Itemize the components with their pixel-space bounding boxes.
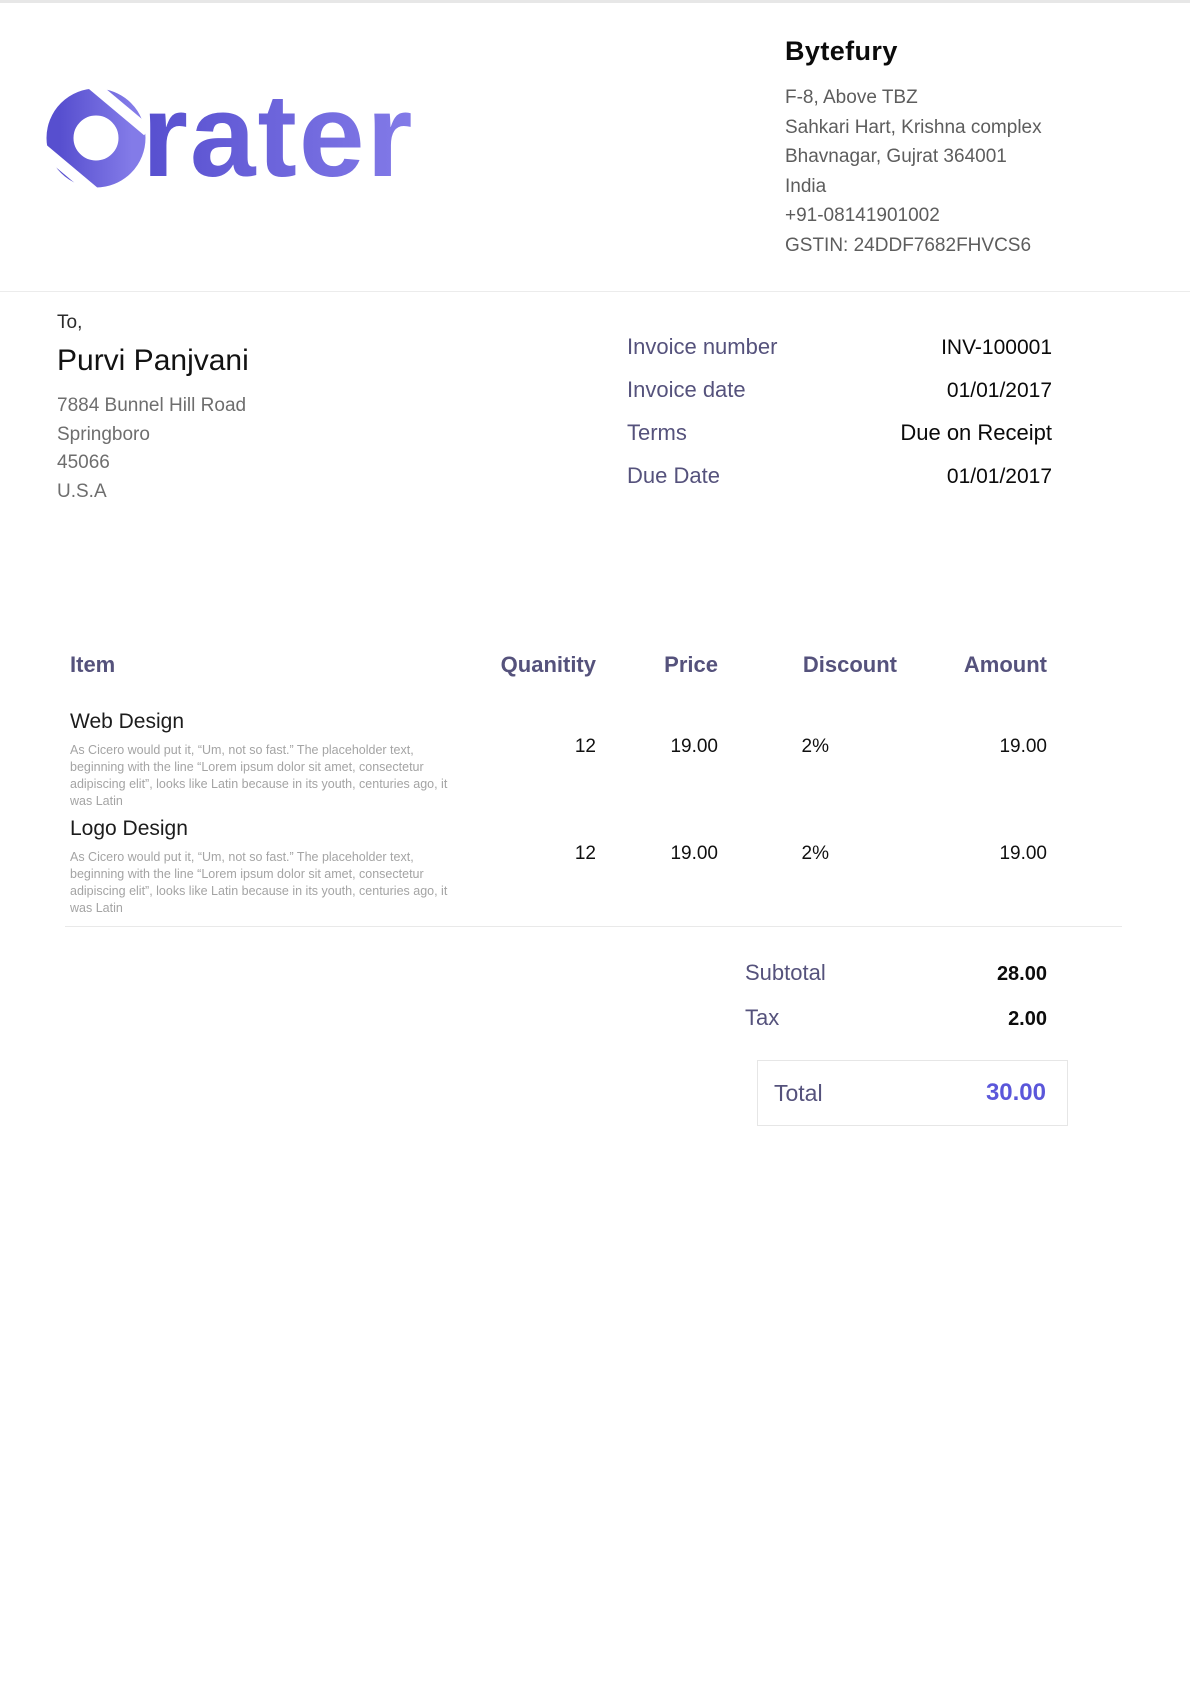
customer-address-line: Springboro xyxy=(57,421,477,450)
invoice-date-row: Invoice date 01/01/2017 xyxy=(627,377,1052,403)
item-price: 19.00 xyxy=(596,817,718,865)
item-amount: 19.00 xyxy=(897,710,1047,758)
item-quantity: 12 xyxy=(470,817,596,865)
due-date-row: Due Date 01/01/2017 xyxy=(627,463,1052,489)
item-price: 19.00 xyxy=(596,710,718,758)
company-phone: +91-08141901002 xyxy=(785,201,1105,231)
item-cell: Logo Design As Cicero would put it, “Um,… xyxy=(70,817,470,917)
tax-row: Tax 2.00 xyxy=(745,1005,1047,1031)
table-row: Logo Design As Cicero would put it, “Um,… xyxy=(70,817,1047,917)
table-row: Web Design As Cicero would put it, “Um, … xyxy=(70,710,1047,810)
company-address-line: Sahkari Hart, Krishna complex xyxy=(785,113,1105,143)
customer-address-line: 45066 xyxy=(57,449,477,478)
company-address-line: India xyxy=(785,172,1105,202)
subtotal-label: Subtotal xyxy=(745,960,826,986)
company-block: Bytefury F-8, Above TBZ Sahkari Hart, Kr… xyxy=(785,36,1105,260)
tax-label: Tax xyxy=(745,1005,779,1031)
invoice-page: rater Bytefury F-8, Above TBZ Sahkari Ha… xyxy=(0,0,1190,1684)
header-price: Price xyxy=(596,652,718,678)
item-description: As Cicero would put it, “Um, not so fast… xyxy=(70,849,470,917)
customer-address-line: U.S.A xyxy=(57,478,477,507)
terms-label: Terms xyxy=(627,420,687,446)
total-box: Total 30.00 xyxy=(757,1060,1068,1126)
subtotal-value: 28.00 xyxy=(997,963,1047,986)
customer-address-line: 7884 Bunnel Hill Road xyxy=(57,392,477,421)
invoice-number-label: Invoice number xyxy=(627,334,777,360)
item-name: Logo Design xyxy=(70,817,470,841)
customer-name: Purvi Panjvani xyxy=(57,344,477,378)
item-discount: 2% xyxy=(718,817,897,865)
item-cell: Web Design As Cicero would put it, “Um, … xyxy=(70,710,470,810)
invoice-number-value: INV-100001 xyxy=(941,336,1052,360)
items-table-header: Item Quanitity Price Discount Amount xyxy=(70,652,1047,678)
invoice-meta-block: Invoice number INV-100001 Invoice date 0… xyxy=(627,334,1052,506)
invoice-header: rater Bytefury F-8, Above TBZ Sahkari Ha… xyxy=(0,0,1190,292)
logo-text: rater xyxy=(142,70,414,190)
crater-logo-icon: rater xyxy=(44,70,489,195)
item-description: As Cicero would put it, “Um, not so fast… xyxy=(70,742,470,810)
item-quantity: 12 xyxy=(470,710,596,758)
invoice-date-label: Invoice date xyxy=(627,377,746,403)
company-address-line: Bhavnagar, Gujrat 364001 xyxy=(785,142,1105,172)
due-date-label: Due Date xyxy=(627,463,720,489)
item-amount: 19.00 xyxy=(897,817,1047,865)
company-name: Bytefury xyxy=(785,36,1105,67)
invoice-date-value: 01/01/2017 xyxy=(947,379,1052,403)
company-address-line: F-8, Above TBZ xyxy=(785,83,1105,113)
terms-row: Terms Due on Receipt xyxy=(627,420,1052,446)
item-discount: 2% xyxy=(718,710,897,758)
header-amount: Amount xyxy=(897,652,1047,678)
terms-value: Due on Receipt xyxy=(900,420,1052,446)
header-quantity: Quanitity xyxy=(470,652,596,678)
invoice-number-row: Invoice number INV-100001 xyxy=(627,334,1052,360)
header-item: Item xyxy=(70,652,470,678)
due-date-value: 01/01/2017 xyxy=(947,465,1052,489)
header-discount: Discount xyxy=(718,652,897,678)
item-name: Web Design xyxy=(70,710,470,734)
total-label: Total xyxy=(774,1080,823,1107)
total-value: 30.00 xyxy=(986,1079,1046,1107)
table-bottom-divider xyxy=(65,926,1122,927)
tax-value: 2.00 xyxy=(1008,1008,1047,1031)
bill-to-block: To, Purvi Panjvani 7884 Bunnel Hill Road… xyxy=(57,312,477,506)
company-gstin: GSTIN: 24DDF7682FHVCS6 xyxy=(785,231,1105,261)
subtotal-row: Subtotal 28.00 xyxy=(745,960,1047,986)
bill-to-label: To, xyxy=(57,312,477,334)
